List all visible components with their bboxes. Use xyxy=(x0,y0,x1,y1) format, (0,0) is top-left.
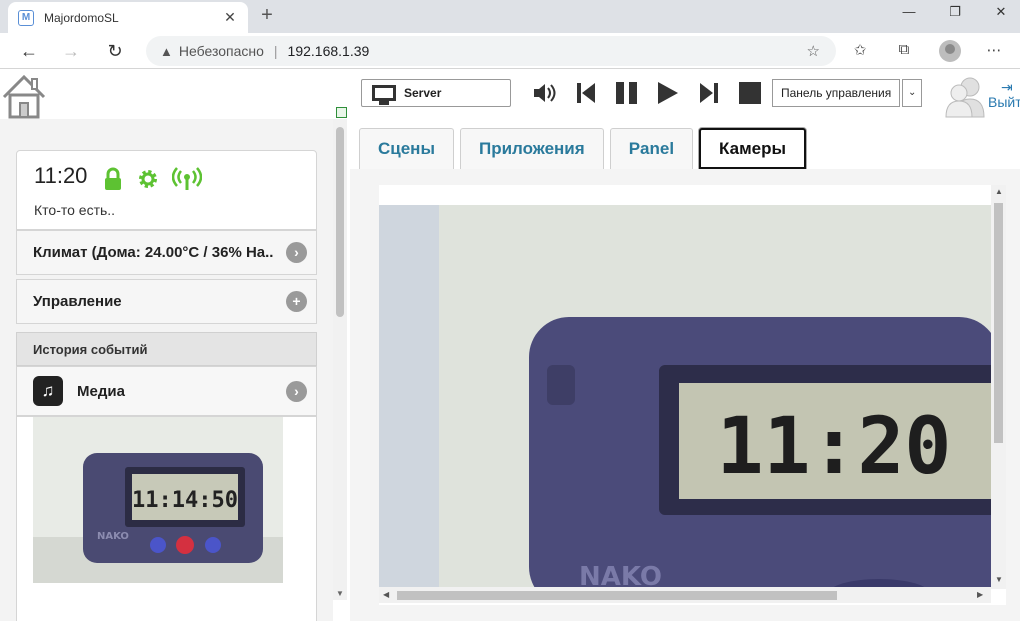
camera-vertical-thumb[interactable] xyxy=(994,203,1003,443)
insecure-label: Небезопасно xyxy=(178,43,264,59)
back-icon[interactable]: ← xyxy=(16,39,42,63)
tab-scenes[interactable]: Сцены xyxy=(359,128,454,169)
camera-horizontal-thumb[interactable] xyxy=(397,591,837,600)
camera-vertical-scrollbar[interactable]: ▲ ▼ xyxy=(991,185,1006,589)
restore-icon[interactable]: ❐ xyxy=(932,4,978,26)
lock-icon[interactable] xyxy=(101,167,125,191)
tab-title: MajordomoSL xyxy=(44,10,119,25)
logout-button[interactable]: ⇥ Выйти xyxy=(988,77,1020,117)
camera-thumbnail-card: 11:14:50 NAKO xyxy=(16,416,317,621)
profile-avatar[interactable] xyxy=(939,40,961,62)
camera-thumbnail[interactable]: 11:14:50 NAKO xyxy=(33,417,283,583)
users-icon[interactable] xyxy=(944,73,988,119)
left-scrollbar[interactable]: ▼ xyxy=(333,119,347,600)
media-player-bar: Server Панель управления ⌄ xyxy=(351,77,949,109)
url-text: 192.168.1.39 xyxy=(287,43,370,59)
majordomo-page: Server Панель управления ⌄ ⇥ Выйти xyxy=(0,69,1020,621)
site-favicon-icon: M xyxy=(18,9,34,26)
stop-icon[interactable] xyxy=(734,79,766,107)
url-field[interactable]: ▲ Небезопасно | 192.168.1.39 ☆ xyxy=(146,36,836,66)
panel-select[interactable]: Панель управления xyxy=(772,79,901,107)
media-item[interactable]: ♫ Медиа › xyxy=(16,366,317,416)
new-tab-button[interactable]: + xyxy=(256,4,278,27)
edit-icon[interactable] xyxy=(336,107,347,118)
presence-status: Кто-то есть.. xyxy=(34,202,116,218)
camera-brand: NAKO xyxy=(579,562,662,587)
tab-cameras[interactable]: Камеры xyxy=(699,128,807,169)
chevron-down-icon[interactable]: ⌄ xyxy=(902,79,923,107)
browser-tab[interactable]: M MajordomoSL ✕ xyxy=(8,2,248,33)
address-bar: ← → ↻ ▲ Небезопасно | 192.168.1.39 ☆ ✩ ⧉… xyxy=(0,33,1020,69)
chevron-right-icon[interactable]: › xyxy=(286,381,307,402)
favorites-icon[interactable]: ✩ xyxy=(849,41,871,63)
scroll-down-icon[interactable]: ▼ xyxy=(336,589,344,598)
browser-tabstrip: M MajordomoSL ✕ + — ❐ ✕ xyxy=(0,0,1020,33)
more-menu-icon[interactable]: ⋯ xyxy=(983,41,1005,63)
close-window-icon[interactable]: ✕ xyxy=(978,4,1020,26)
url-separator: | xyxy=(273,43,278,59)
left-header xyxy=(0,69,347,119)
thumb-brand: NAKO xyxy=(97,531,129,542)
next-track-icon[interactable] xyxy=(693,79,725,107)
control-item[interactable]: Управление + xyxy=(16,279,317,324)
camera-frame: 11:20 NAKO ▲ ▼ ◀ ▶ xyxy=(379,185,1006,605)
left-panel: 11:20 Кто-то есть.. Климат (Дома: 24.00°… xyxy=(0,119,333,621)
camera-horizontal-scrollbar[interactable]: ◀ ▶ xyxy=(379,587,991,603)
collections-icon[interactable]: ⧉ xyxy=(893,41,915,63)
camera-clock-time: 11:20 xyxy=(717,402,952,492)
tab-panel[interactable]: Panel xyxy=(609,128,694,169)
content-area: 11:20 NAKO ▲ ▼ ◀ ▶ xyxy=(350,169,1020,621)
previous-track-icon[interactable] xyxy=(570,79,602,107)
warning-icon[interactable]: ▲ xyxy=(160,44,173,59)
event-history-header[interactable]: История событий xyxy=(16,332,317,366)
tab-close-icon[interactable]: ✕ xyxy=(222,9,238,26)
status-card: 11:20 Кто-то есть.. xyxy=(16,150,317,230)
volume-icon[interactable] xyxy=(529,79,561,107)
server-label: Server xyxy=(404,86,442,100)
control-label: Управление xyxy=(33,293,122,310)
plus-icon[interactable]: + xyxy=(286,291,307,312)
tab-applications[interactable]: Приложения xyxy=(459,128,604,169)
minimize-icon[interactable]: — xyxy=(886,4,932,26)
logout-label: Выйти xyxy=(988,94,1020,110)
clock-time: 11:20 xyxy=(34,163,88,188)
climate-item[interactable]: Климат (Дома: 24.00°C / 36% На.. › xyxy=(16,230,317,275)
media-label: Медиа xyxy=(77,382,125,400)
music-icon: ♫ xyxy=(33,376,63,406)
chevron-right-icon[interactable]: › xyxy=(286,242,307,263)
climate-label: Климат (Дома: 24.00°C / 36% На.. xyxy=(33,244,274,261)
left-scrollbar-thumb[interactable] xyxy=(336,127,344,317)
forward-icon[interactable]: → xyxy=(58,39,84,63)
server-select[interactable]: Server xyxy=(361,79,511,107)
gear-icon[interactable] xyxy=(136,167,160,191)
camera-view[interactable]: 11:20 NAKO xyxy=(379,205,991,587)
thumb-clock-time: 11:14:50 xyxy=(132,488,238,513)
event-history-label: История событий xyxy=(33,341,148,357)
add-favorite-icon[interactable]: ☆ xyxy=(807,42,820,60)
pause-icon[interactable] xyxy=(611,79,643,107)
wifi-signal-icon[interactable] xyxy=(172,167,202,191)
monitor-icon xyxy=(372,85,396,105)
home-icon[interactable] xyxy=(0,73,48,119)
play-icon[interactable] xyxy=(652,79,684,107)
panel-tabs: Сцены Приложения Panel Камеры xyxy=(359,128,812,169)
reload-icon[interactable]: ↻ xyxy=(102,39,128,63)
